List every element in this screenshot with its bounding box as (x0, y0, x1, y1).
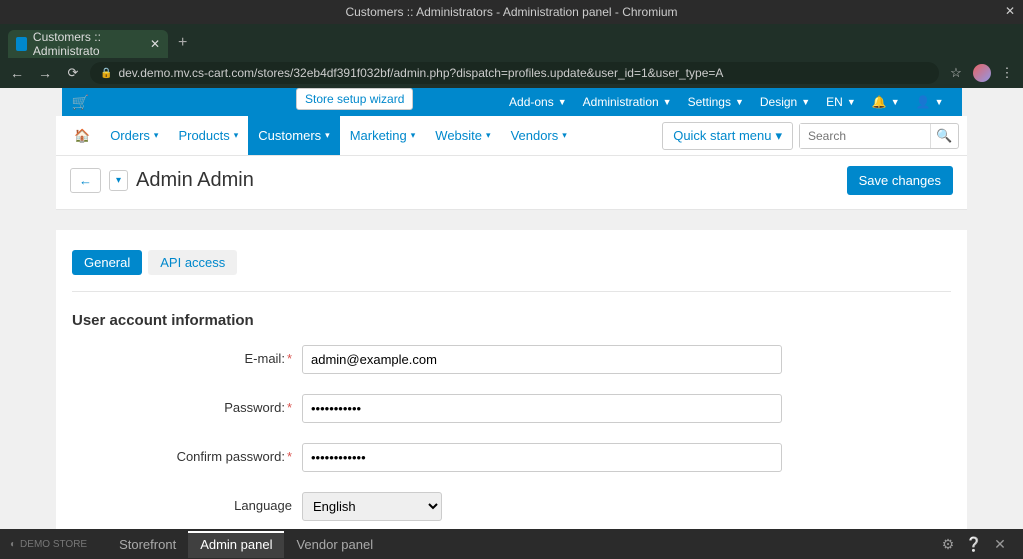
caret-down-icon: ▾ (775, 128, 782, 144)
bottom-tab-storefront[interactable]: Storefront (107, 531, 188, 558)
tab-general[interactable]: General (72, 250, 142, 275)
topmenu-lang[interactable]: EN▼ (818, 95, 864, 109)
caret-down-icon: ▼ (935, 97, 944, 107)
bottom-bar: ◐DEMO STORE Storefront Admin panel Vendo… (0, 529, 1023, 559)
page-header: ← ▾ Admin Admin Save changes (56, 156, 967, 210)
url-text: dev.demo.mv.cs-cart.com/stores/32eb4df39… (118, 66, 723, 80)
input-email[interactable] (302, 345, 782, 374)
back-arrow-button[interactable]: ← (70, 168, 101, 193)
row-language: Language English (72, 492, 951, 521)
tab-api-access[interactable]: API access (148, 250, 237, 275)
nav-customers[interactable]: Customers▾ (248, 116, 339, 155)
topmenu-notifications[interactable]: 🔔▼ (864, 95, 908, 109)
section-user-account: User account information (72, 312, 951, 329)
bottom-tab-admin-panel[interactable]: Admin panel (188, 531, 284, 558)
help-icon[interactable]: ❔ (961, 536, 987, 553)
caret-down-icon: ▾ (325, 130, 330, 141)
nav-search: 🔍 (799, 123, 959, 149)
select-language[interactable]: English (302, 492, 442, 521)
row-email: E-mail:* (72, 345, 951, 374)
content-card: General API access User account informat… (56, 230, 967, 529)
header-dropdown-button[interactable]: ▾ (109, 170, 128, 191)
new-tab-button[interactable]: + (168, 28, 197, 58)
brand-badge: ◐DEMO STORE (10, 539, 87, 550)
caret-down-icon: ▾ (486, 130, 491, 141)
tab-title: Customers :: Administrato (33, 30, 140, 58)
settings-icon[interactable]: ⚙ (935, 536, 961, 553)
content-tabs: General API access (72, 250, 951, 275)
input-password[interactable] (302, 394, 782, 423)
cart-icon[interactable]: 🛒 (72, 94, 89, 111)
topmenu-user[interactable]: 👤▼ (908, 95, 952, 109)
browser-tabbar: Customers :: Administrato ✕ + (0, 24, 1023, 58)
divider (72, 291, 951, 292)
main-nav: 🏠 Orders▾ Products▾ Customers▾ Marketing… (56, 116, 967, 156)
bookmark-star-icon[interactable]: ☆ (945, 65, 967, 81)
topmenu-administration[interactable]: Administration▼ (575, 95, 680, 109)
row-confirm-password: Confirm password:* (72, 443, 951, 472)
quick-start-menu-button[interactable]: Quick start menu▾ (662, 122, 793, 150)
browser-menu-icon[interactable]: ⋮ (997, 65, 1017, 81)
close-panel-icon[interactable]: ✕ (987, 536, 1013, 553)
url-box[interactable]: 🔒 dev.demo.mv.cs-cart.com/stores/32eb4df… (90, 62, 939, 84)
bell-icon: 🔔 (872, 95, 887, 109)
label-email: E-mail:* (72, 345, 302, 366)
label-password: Password:* (72, 394, 302, 415)
search-button[interactable]: 🔍 (930, 124, 958, 148)
caret-down-icon: ▾ (234, 130, 239, 141)
nav-marketing[interactable]: Marketing▾ (340, 116, 426, 155)
home-icon: 🏠 (74, 128, 90, 143)
save-changes-button[interactable]: Save changes (847, 166, 953, 195)
caret-down-icon: ▼ (558, 97, 567, 107)
nav-vendors[interactable]: Vendors▾ (501, 116, 577, 155)
topmenu-settings[interactable]: Settings▼ (680, 95, 752, 109)
label-language: Language (72, 492, 302, 513)
caret-down-icon: ▼ (847, 97, 856, 107)
forward-button[interactable]: → (34, 65, 56, 81)
browser-tab[interactable]: Customers :: Administrato ✕ (8, 30, 168, 58)
nav-home[interactable]: 🏠 (64, 128, 100, 144)
page-viewport: Store setup wizard 🛒 Add-ons▼ Administra… (0, 88, 1023, 529)
bottom-tab-vendor-panel[interactable]: Vendor panel (284, 531, 385, 558)
nav-products[interactable]: Products▾ (168, 116, 248, 155)
search-input[interactable] (800, 124, 930, 148)
reload-button[interactable]: ⟳ (62, 65, 84, 81)
top-menu-bar: 🛒 Add-ons▼ Administration▼ Settings▼ Des… (62, 88, 962, 116)
user-icon: 👤 (916, 95, 931, 109)
profile-avatar[interactable] (973, 64, 991, 82)
caret-down-icon: ▾ (562, 130, 567, 141)
topmenu-addons[interactable]: Add-ons▼ (501, 95, 575, 109)
store-setup-wizard-button[interactable]: Store setup wizard (296, 88, 413, 110)
browser-address-bar: ← → ⟳ 🔒 dev.demo.mv.cs-cart.com/stores/3… (0, 58, 1023, 88)
label-confirm-password: Confirm password:* (72, 443, 302, 464)
back-button[interactable]: ← (6, 65, 28, 81)
topmenu-design[interactable]: Design▼ (752, 95, 818, 109)
row-password: Password:* (72, 394, 951, 423)
caret-down-icon: ▼ (891, 97, 900, 107)
caret-down-icon: ▾ (411, 130, 416, 141)
caret-down-icon: ▼ (801, 97, 810, 107)
search-icon: 🔍 (936, 128, 952, 144)
caret-down-icon: ▼ (735, 97, 744, 107)
lock-icon: 🔒 (100, 68, 112, 79)
window-close-button[interactable]: ✕ (1005, 4, 1015, 18)
window-title: Customers :: Administrators - Administra… (345, 5, 677, 19)
tab-favicon (16, 37, 27, 51)
globe-icon: ◐ (10, 539, 16, 550)
window-titlebar: Customers :: Administrators - Administra… (0, 0, 1023, 24)
tab-close-icon[interactable]: ✕ (146, 37, 160, 51)
input-confirm-password[interactable] (302, 443, 782, 472)
nav-website[interactable]: Website▾ (425, 116, 500, 155)
caret-down-icon: ▼ (663, 97, 672, 107)
nav-orders[interactable]: Orders▾ (100, 116, 168, 155)
caret-down-icon: ▾ (154, 130, 159, 141)
page-title: Admin Admin (136, 169, 254, 192)
